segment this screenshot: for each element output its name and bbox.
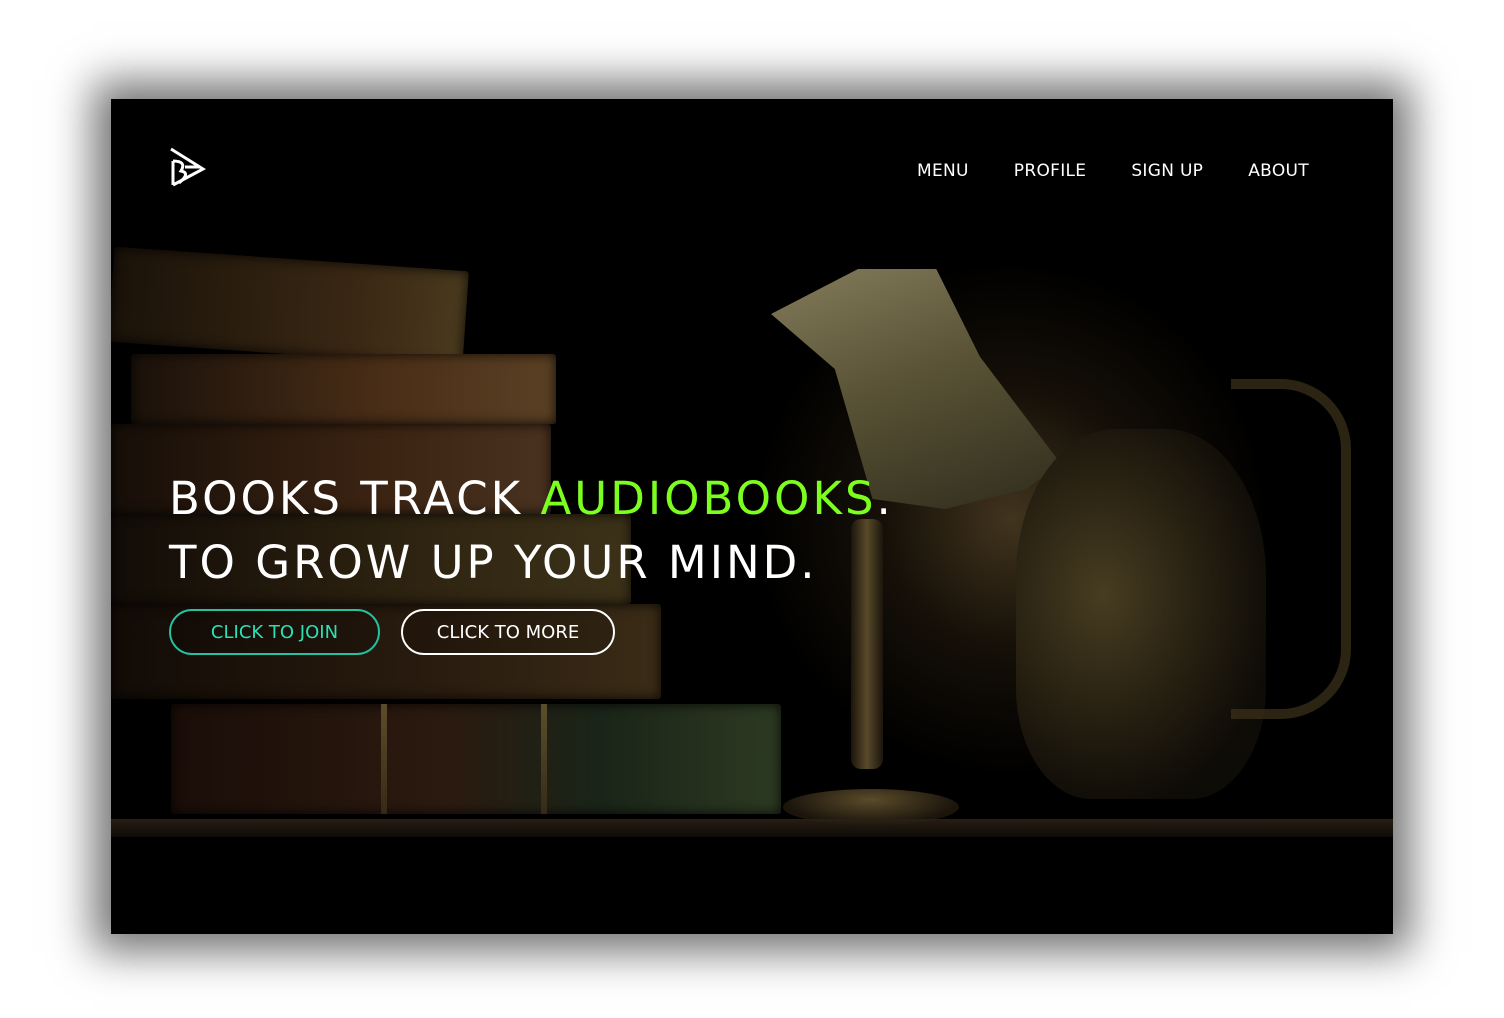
headline-suffix: . xyxy=(876,472,894,525)
logo-mark xyxy=(170,147,206,187)
join-button-label: CLICK TO JOIN xyxy=(210,621,339,643)
more-button[interactable]: CLICK TO MORE xyxy=(401,609,615,655)
jug xyxy=(1016,429,1266,799)
nav-sign-up[interactable]: SIGN UP xyxy=(1131,161,1203,181)
logo-icon[interactable] xyxy=(167,147,207,189)
book-decoration xyxy=(381,704,387,814)
nav-menu[interactable]: MENU xyxy=(917,161,969,181)
shelf xyxy=(111,819,1393,837)
headline-prefix: BOOKS TRACK xyxy=(169,472,541,525)
jug-handle xyxy=(1231,379,1351,719)
book xyxy=(111,246,469,367)
headline-accent: AUDIOBOOKS xyxy=(540,472,877,525)
book xyxy=(171,704,781,814)
more-button-label: CLICK TO MORE xyxy=(436,621,580,643)
book xyxy=(131,354,556,424)
hero-section: MENU PROFILE SIGN UP ABOUT BOOKS TRACK A… xyxy=(111,99,1393,934)
join-button[interactable]: CLICK TO JOIN xyxy=(169,609,380,655)
nav-profile[interactable]: PROFILE xyxy=(1014,161,1087,181)
book-decoration xyxy=(541,704,547,814)
main-nav: MENU PROFILE SIGN UP ABOUT xyxy=(917,161,1309,181)
hero-headline: BOOKS TRACK AUDIOBOOKS. TO GROW UP YOUR … xyxy=(169,467,894,595)
headline-line2: TO GROW UP YOUR MIND. xyxy=(169,536,818,589)
nav-about[interactable]: ABOUT xyxy=(1248,161,1309,181)
